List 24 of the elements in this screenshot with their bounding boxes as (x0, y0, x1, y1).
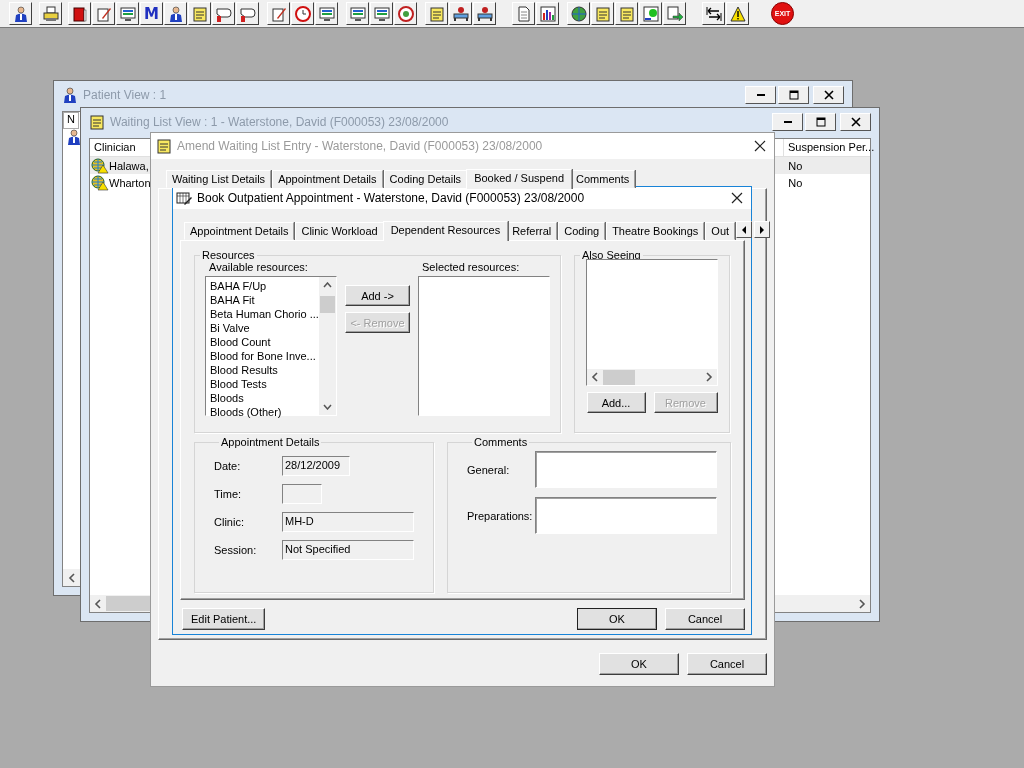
group-label: Comments (473, 436, 529, 448)
field-label: General: (467, 463, 511, 476)
group-label: Appointment Details (220, 436, 321, 448)
table-cell: No (788, 176, 803, 189)
table-cell: Wharton (109, 176, 151, 189)
field-label: Date: (214, 459, 242, 472)
read-only-field: 28/12/2009 (282, 455, 350, 476)
read-only-field: MH-D (282, 511, 414, 532)
window-title: Waiting List View : 1 - Waterstone, David (F000053) 23/08/2000 (110, 114, 449, 129)
table-cell: Halawa, (109, 159, 149, 172)
column-header: N (63, 112, 79, 129)
field-label: Session: (214, 543, 258, 556)
field-label: Clinic: (214, 515, 245, 528)
group-label: Resources (201, 249, 256, 261)
window-title: Patient View : 1 (83, 87, 167, 102)
read-only-field: Not Specified (282, 539, 414, 560)
list-label: Available resources: (208, 261, 309, 273)
field-label: Preparations: (467, 509, 534, 522)
table-cell: No (788, 159, 803, 172)
list-label: Selected resources: (421, 261, 521, 273)
window-title: Amend Waiting List Entry - Waterstone, David (F000053) 23/08/2000 (177, 139, 543, 153)
field-label: Time: (214, 487, 243, 500)
window-title: Book Outpatient Appointment - Waterstone, David (F000053) 23/08/2000 (197, 191, 585, 205)
group-label: Also Seeing (581, 249, 642, 261)
